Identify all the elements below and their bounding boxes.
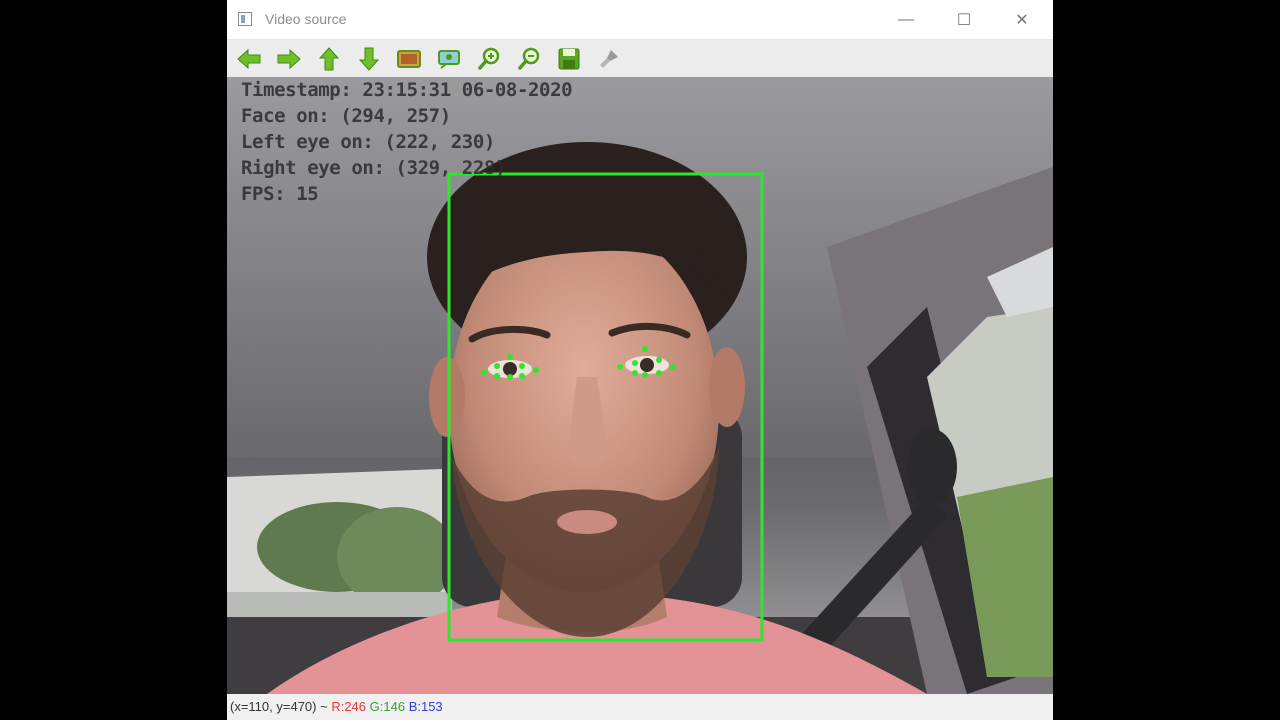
zoom-fit-button[interactable] [395, 45, 423, 73]
arrow-left-icon [237, 48, 261, 70]
zoom-in-icon [478, 47, 500, 70]
pixel-blue-value: B:153 [408, 699, 443, 714]
arrow-right-icon [277, 48, 301, 70]
app-icon [238, 12, 252, 26]
zoom-actual-button[interactable] [435, 45, 463, 73]
pan-up-button[interactable] [315, 45, 343, 73]
toolbar [227, 40, 1053, 77]
face-position-text: Face on: (294, 257) [241, 105, 451, 127]
pan-right-button[interactable] [275, 45, 303, 73]
image-zoom-icon [438, 50, 460, 69]
minimize-button[interactable]: — [877, 0, 935, 40]
close-button[interactable]: ✕ [993, 0, 1051, 40]
save-icon [558, 48, 580, 70]
arrow-up-icon [318, 47, 340, 71]
properties-button[interactable] [595, 45, 623, 73]
brush-icon [600, 50, 618, 68]
zoom-out-icon [518, 47, 540, 70]
arrow-down-icon [358, 47, 380, 71]
zoom-out-button[interactable] [515, 45, 543, 73]
window-title: Video source [265, 11, 347, 27]
image-icon [397, 50, 421, 68]
video-source-window: Video source — ☐ ✕ Timestamp: 23:15:31 0… [227, 0, 1053, 720]
fps-text: FPS: 15 [241, 183, 319, 205]
pixel-green-value: G:146 [369, 699, 406, 714]
save-button[interactable] [555, 45, 583, 73]
cursor-coordinates: (x=110, y=470) ~ [230, 699, 328, 714]
title-bar: Video source — ☐ ✕ [227, 0, 1053, 40]
pan-down-button[interactable] [355, 45, 383, 73]
pan-left-button[interactable] [235, 45, 263, 73]
status-bar: (x=110, y=470) ~ R:246 G:146 B:153 [227, 694, 1053, 720]
right-eye-position-text: Right eye on: (329, 228) [241, 157, 506, 179]
zoom-in-button[interactable] [475, 45, 503, 73]
maximize-button[interactable]: ☐ [935, 0, 993, 40]
video-feed[interactable]: Timestamp: 23:15:31 06-08-2020 Face on: … [227, 77, 1053, 694]
left-eye-position-text: Left eye on: (222, 230) [241, 131, 495, 153]
timestamp-text: Timestamp: 23:15:31 06-08-2020 [241, 79, 573, 101]
pixel-red-value: R:246 [331, 699, 367, 714]
